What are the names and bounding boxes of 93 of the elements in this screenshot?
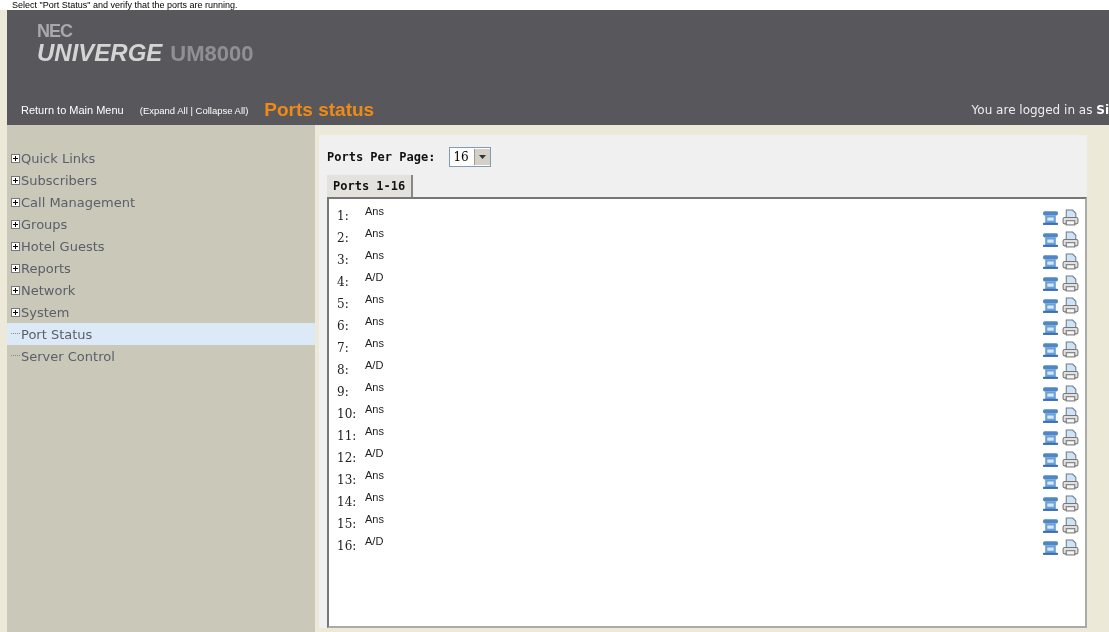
port-status: Ans	[365, 425, 384, 437]
port-number: 10:	[337, 406, 358, 421]
sidebar-item[interactable]: Call Management	[7, 191, 315, 213]
printer-icon[interactable]	[1062, 208, 1079, 226]
telephone-icon[interactable]	[1042, 296, 1059, 314]
port-status: Ans	[365, 403, 384, 415]
sidebar-item[interactable]: Server Control	[7, 345, 315, 367]
port-status: Ans	[365, 513, 384, 525]
telephone-icon[interactable]	[1042, 340, 1059, 358]
printer-icon[interactable]	[1062, 538, 1079, 556]
sidebar-item[interactable]: Groups	[7, 213, 315, 235]
telephone-icon[interactable]	[1042, 274, 1059, 292]
expand-icon[interactable]	[11, 241, 20, 251]
product-name: UNIVERGE	[37, 40, 163, 66]
printer-icon[interactable]	[1062, 252, 1079, 270]
port-number: 11:	[337, 428, 358, 443]
port-number: 12:	[337, 450, 358, 465]
port-status: A/D	[365, 359, 384, 371]
port-status: A/D	[365, 271, 384, 283]
port-number: 7:	[337, 340, 350, 355]
sidebar-item[interactable]: Hotel Guests	[7, 235, 315, 257]
port-number: 6:	[337, 318, 350, 333]
field-label: Ports Per Page:	[327, 150, 436, 164]
sidebar-item[interactable]: Subscribers	[7, 169, 315, 191]
printer-icon[interactable]	[1062, 494, 1079, 512]
telephone-icon[interactable]	[1042, 362, 1059, 380]
tab[interactable]: Ports 1-16	[327, 175, 414, 197]
port-number: 1:	[337, 208, 350, 223]
printer-icon[interactable]	[1062, 274, 1079, 292]
printer-icon[interactable]	[1062, 296, 1079, 314]
telephone-icon[interactable]	[1042, 384, 1059, 402]
telephone-icon[interactable]	[1042, 428, 1059, 446]
printer-icon[interactable]	[1062, 406, 1079, 424]
sidebar-item[interactable]: Network	[7, 279, 315, 301]
sidebar-item[interactable]: System	[7, 301, 315, 323]
port-number: 14:	[337, 494, 358, 509]
ports-per-page-dropdown[interactable]: 16	[449, 147, 491, 167]
port-number: 3:	[337, 252, 350, 267]
telephone-icon[interactable]	[1042, 538, 1059, 556]
telephone-icon[interactable]	[1042, 406, 1059, 424]
printer-icon[interactable]	[1062, 362, 1079, 380]
telephone-icon[interactable]	[1042, 252, 1059, 270]
printer-icon[interactable]	[1062, 318, 1079, 336]
port-status: Ans	[365, 491, 384, 503]
port-number: 4:	[337, 274, 350, 289]
expand-icon[interactable]	[11, 175, 20, 185]
sidebar-item[interactable]: Reports	[7, 257, 315, 279]
expand-icon[interactable]	[11, 263, 20, 273]
expand-icon[interactable]	[11, 307, 20, 317]
port-status: Ans	[365, 337, 384, 349]
printer-icon[interactable]	[1062, 428, 1079, 446]
port-status: Ans	[365, 227, 384, 239]
port-status: Ans	[365, 469, 384, 481]
port-status: Ans	[365, 293, 384, 305]
sidebar-item[interactable]: Quick Links	[7, 147, 315, 169]
nav-link[interactable]: (Expand All | Collapse All)	[139, 104, 249, 116]
printer-icon[interactable]	[1062, 516, 1079, 534]
brand-logo: NEC	[37, 22, 74, 40]
port-status: Ans	[365, 205, 384, 217]
port-status: Ans	[365, 381, 384, 393]
telephone-icon[interactable]	[1042, 318, 1059, 336]
printer-icon[interactable]	[1062, 230, 1079, 248]
printer-icon[interactable]	[1062, 472, 1079, 490]
port-number: 15:	[337, 516, 358, 531]
login-text: You are logged in as Si	[971, 103, 1109, 117]
telephone-icon[interactable]	[1042, 208, 1059, 226]
caption-text: Select "Port Status" and verify that the ports are running.	[0, 0, 1109, 10]
printer-icon[interactable]	[1062, 340, 1079, 358]
telephone-icon[interactable]	[1042, 516, 1059, 534]
nav-link[interactable]: Return to Main Menu	[21, 104, 124, 116]
port-number: 16:	[337, 538, 358, 553]
port-number: 8:	[337, 362, 350, 377]
port-status: A/D	[365, 535, 384, 547]
expand-icon[interactable]	[11, 219, 20, 229]
printer-icon[interactable]	[1062, 450, 1079, 468]
port-number: 2:	[337, 230, 350, 245]
telephone-icon[interactable]	[1042, 494, 1059, 512]
expand-icon[interactable]	[11, 197, 20, 207]
expand-icon[interactable]	[11, 153, 20, 163]
model-name: UM8000	[170, 41, 254, 67]
port-status: Ans	[365, 315, 384, 327]
sidebar-item[interactable]: Port Status	[7, 323, 315, 345]
printer-icon[interactable]	[1062, 384, 1079, 402]
expand-icon[interactable]	[11, 285, 20, 295]
port-number: 13:	[337, 472, 358, 487]
page-title: Ports status	[264, 99, 375, 121]
port-status: Ans	[365, 249, 384, 261]
port-status: A/D	[365, 447, 384, 459]
telephone-icon[interactable]	[1042, 472, 1059, 490]
port-number: 5:	[337, 296, 350, 311]
telephone-icon[interactable]	[1042, 450, 1059, 468]
telephone-icon[interactable]	[1042, 230, 1059, 248]
port-number: 9:	[337, 384, 350, 399]
